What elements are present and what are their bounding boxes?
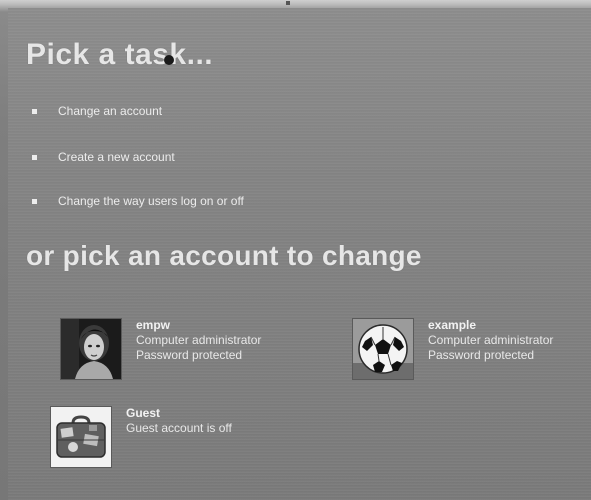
user-accounts-panel: Pick a task... Change an account Create … xyxy=(8,8,591,500)
pick-a-task-heading: Pick a task... xyxy=(26,38,214,71)
bullet-icon xyxy=(32,198,37,204)
account-tile-example[interactable]: example Computer administrator Password … xyxy=(352,318,553,380)
bullet-icon xyxy=(32,154,37,160)
task-change-logon-link[interactable]: Change the way users log on or off xyxy=(32,192,244,210)
bullet-icon xyxy=(32,108,37,114)
suitcase-icon xyxy=(50,406,112,468)
account-tile-guest[interactable]: Guest Guest account is off xyxy=(50,406,232,468)
portrait-icon xyxy=(60,318,122,380)
account-tile-empw[interactable]: empw Computer administrator Password pro… xyxy=(60,318,261,380)
screen-artifact xyxy=(286,1,290,5)
account-status: Password protected xyxy=(428,348,535,362)
account-status: Guest account is off xyxy=(126,421,232,435)
account-name: Guest xyxy=(126,406,161,420)
user-accounts-screen: Pick a task... Change an account Create … xyxy=(0,0,591,500)
mouse-cursor-icon xyxy=(163,53,175,71)
task-label: Change an account xyxy=(58,104,163,118)
account-status: Password protected xyxy=(136,348,243,362)
account-name: example xyxy=(428,318,477,332)
task-change-account-link[interactable]: Change an account xyxy=(32,102,162,120)
account-role: Computer administrator xyxy=(428,333,554,347)
task-label: Change the way users log on or off xyxy=(58,194,244,208)
account-name: empw xyxy=(136,318,171,332)
pick-account-heading: or pick an account to change xyxy=(26,240,422,271)
soccer-ball-icon xyxy=(352,318,414,380)
task-label: Create a new account xyxy=(58,150,175,164)
task-create-account-link[interactable]: Create a new account xyxy=(32,148,175,166)
account-role: Computer administrator xyxy=(136,333,262,347)
